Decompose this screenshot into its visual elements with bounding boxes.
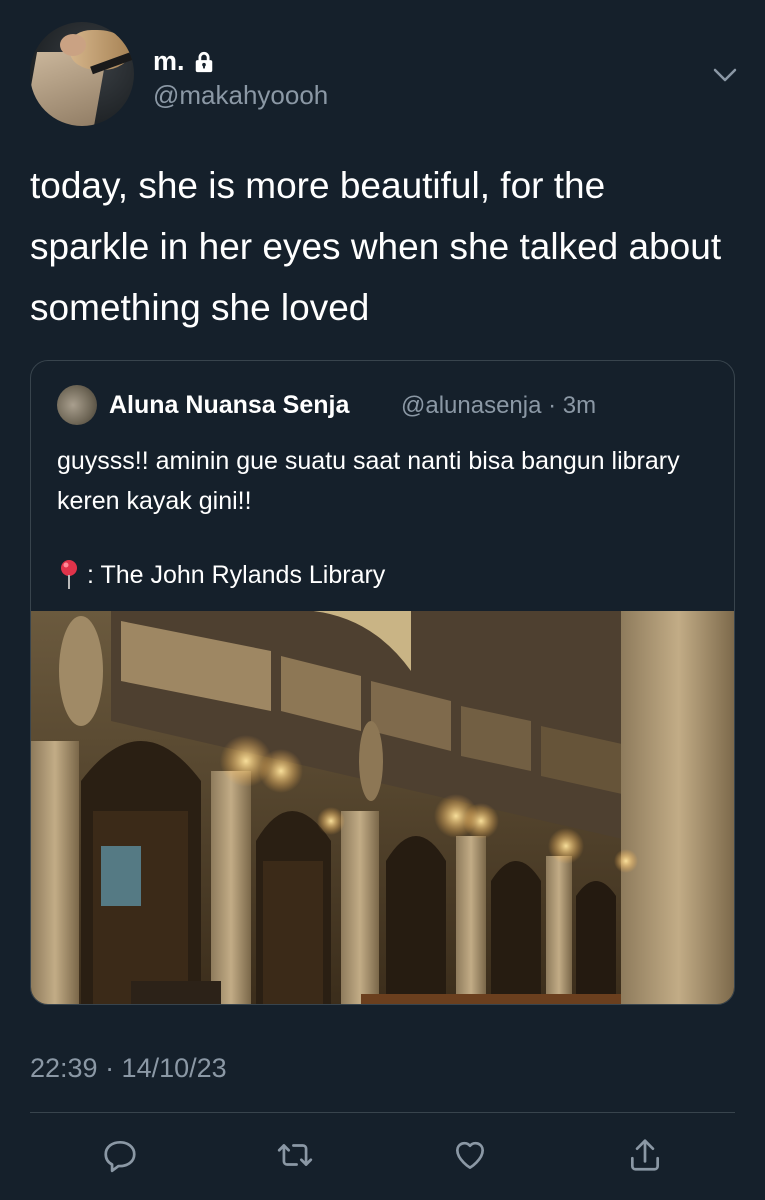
divider — [30, 1112, 735, 1113]
heart-icon — [455, 1141, 485, 1170]
quoted-author-display-name[interactable]: Aluna Nuansa Senja — [109, 391, 349, 420]
quoted-author-avatar[interactable] — [57, 385, 97, 425]
quoted-tweet[interactable]: Aluna Nuansa Senja @alunasenja · 3m guys… — [30, 360, 735, 1005]
author-display-name[interactable]: m. — [153, 46, 185, 77]
share-button[interactable] — [620, 1130, 670, 1180]
like-button[interactable] — [445, 1130, 495, 1180]
action-bar — [95, 1130, 695, 1180]
library-photo-illustration — [31, 611, 734, 1004]
pushpin-icon — [61, 560, 77, 589]
tweet-header: m. @makahyoooh — [30, 22, 740, 126]
quoted-tweet-location-text: : The John Rylands Library — [87, 560, 386, 589]
share-icon — [630, 1139, 660, 1171]
tweet-timestamp[interactable]: 22:39 · 14/10/23 — [30, 1053, 227, 1084]
author-avatar[interactable] — [30, 22, 134, 126]
quoted-tweet-location: : The John Rylands Library — [57, 559, 385, 591]
library-photo[interactable] — [31, 611, 734, 1004]
author-handle[interactable]: @makahyoooh — [153, 80, 328, 111]
lock-icon — [195, 51, 212, 72]
tweet-detail-page: m. @makahyoooh today, she is more beauti… — [0, 0, 765, 1200]
quoted-author-handle-time: @alunasenja · 3m — [401, 392, 597, 419]
quoted-tweet-text: guysss!! aminin gue suatu saat nanti bis… — [57, 447, 680, 515]
retweet-button[interactable] — [270, 1130, 320, 1180]
tweet-text: today, she is more beautiful, for the sp… — [30, 165, 722, 328]
retweet-icon — [277, 1144, 313, 1166]
chevron-down-icon[interactable] — [710, 60, 740, 90]
reply-button[interactable] — [95, 1130, 145, 1180]
reply-icon — [104, 1140, 136, 1173]
author-display-name-row[interactable]: m. — [153, 46, 215, 77]
